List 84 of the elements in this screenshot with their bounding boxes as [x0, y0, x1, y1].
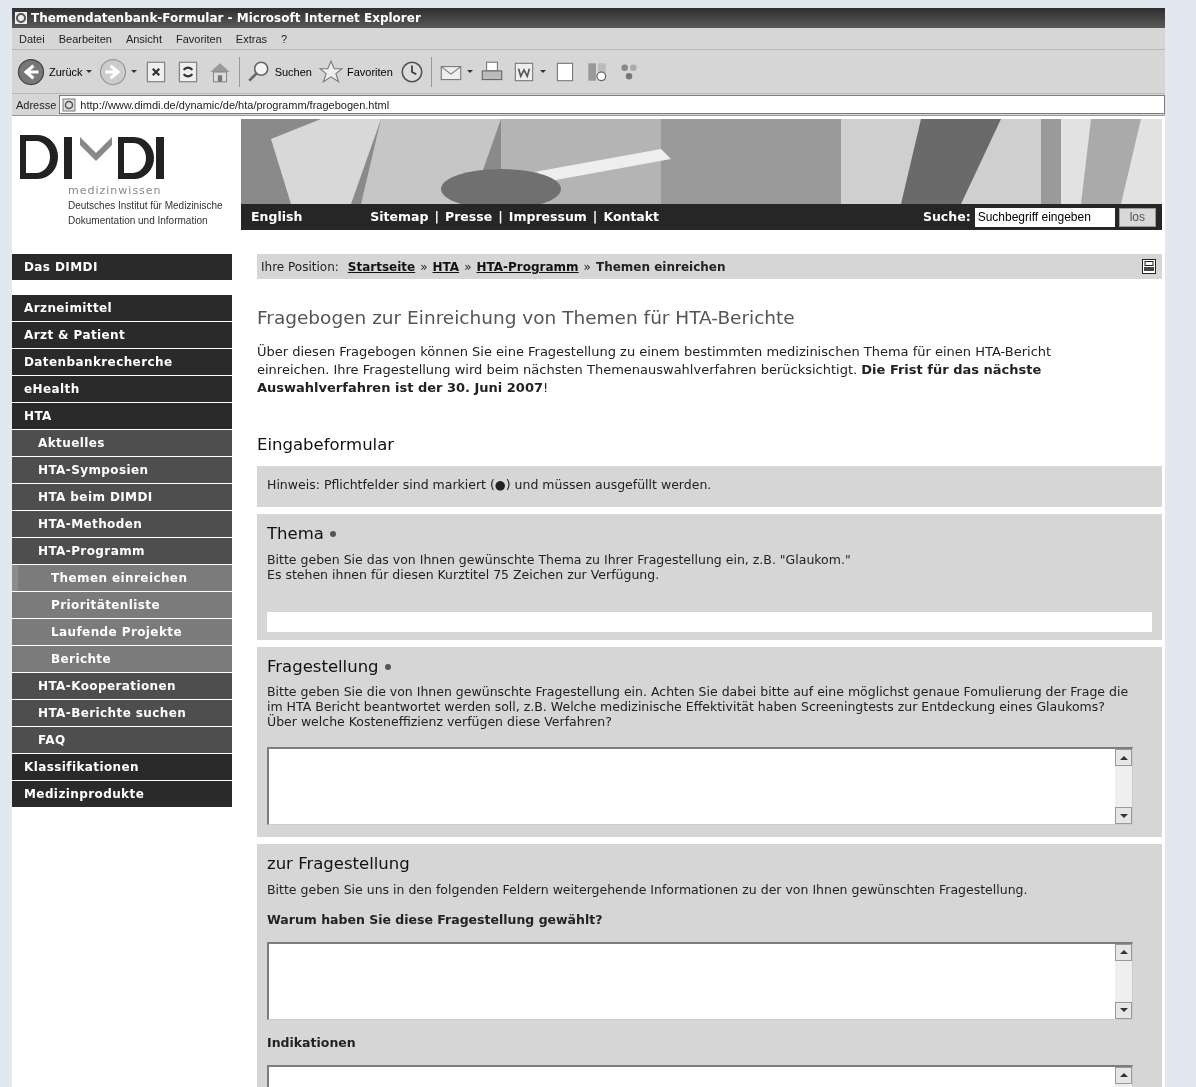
scroll-down-button[interactable] — [1115, 1001, 1132, 1019]
scrollbar[interactable] — [1115, 749, 1132, 825]
breadcrumb-separator: » — [420, 258, 428, 276]
sidebar-item[interactable]: Arzneimittel — [12, 295, 232, 321]
menu-item[interactable]: Favoriten — [169, 32, 229, 45]
menu-item[interactable]: Extras — [228, 32, 275, 45]
nav-link[interactable]: Kontakt — [603, 207, 660, 227]
menu-item[interactable]: Ansicht — [118, 32, 169, 45]
window-title: Themendatenbank-Formular - Microsoft Internet Explorer — [31, 11, 421, 25]
text-field[interactable] — [267, 611, 1152, 632]
toolbar-button[interactable]: Favoriten — [317, 58, 393, 85]
section-description: Bitte geben Sie die von Ihnen gewünschte Fragestellung ein. Achten Sie dabei bitte auf eine möglichst genaue Fomulierung der Frage die im HTA Bericht beantwortet werden soll, z.B. Welche medizinische Effektivität haben Screeningtests zur Entdeckung eines Glaukoms? Über welche Kosteneffizienz verfügen diese Verfahren? — [267, 684, 1130, 730]
sidebar-item[interactable]: Arzt & Patient — [12, 322, 232, 348]
printer-icon[interactable] — [1142, 259, 1156, 274]
sidebar-item[interactable]: Themen einreichen — [12, 565, 232, 591]
menu-item[interactable]: Datei — [12, 32, 52, 45]
breadcrumb-link[interactable]: HTA — [432, 257, 460, 276]
address-label: Adresse — [15, 98, 57, 111]
section-title: zur Fragestellung — [267, 854, 410, 874]
form-heading: Eingabeformular — [257, 435, 396, 455]
search-field[interactable]: Suchbegriff eingeben — [974, 207, 1115, 227]
section-title: Thema — [267, 523, 324, 543]
sidebar-item[interactable]: HTA-Berichte suchen — [12, 700, 232, 726]
nav-separator: | — [498, 207, 503, 226]
clock-icon — [398, 58, 425, 85]
sidebar-item[interactable]: HTA-Methoden — [12, 511, 232, 537]
sidebar-item[interactable]: HTA-Kooperationen — [12, 673, 232, 699]
back-icon — [16, 56, 46, 87]
section-description: Bitte geben Sie das von Ihnen gewünschte Thema zu Ihrer Fragestellung ein, z.B. "Glaukom." Es stehen ihnen für diesen Kurztitel 75 Zeichen zur Verfügung. — [267, 551, 852, 582]
sidebar-header: Das DIMDI — [12, 254, 232, 280]
breadcrumb-separator: » — [464, 258, 472, 276]
scroll-up-button[interactable] — [1115, 943, 1132, 961]
nav-separator: | — [592, 207, 598, 226]
sidebar-item[interactable]: HTA beim DIMDI — [12, 484, 232, 510]
toolbar-button[interactable]: Zurück — [16, 56, 92, 87]
browser-icon — [14, 11, 28, 25]
hint-text: Hinweis: Pflichtfelder sind markiert (●) und müssen ausgefüllt werden. — [257, 466, 1162, 507]
breadcrumb-separator: » — [583, 258, 591, 276]
sidebar-item[interactable]: HTA-Symposien — [12, 457, 232, 483]
sidebar-item[interactable]: Datenbankrecherche — [12, 349, 232, 375]
breadcrumb-current: Themen einreichen — [595, 258, 726, 276]
breadcrumb-label: Ihre Position: — [261, 258, 339, 276]
breadcrumb-link[interactable]: Startseite — [347, 257, 416, 276]
address-field[interactable]: http://www.dimdi.de/dynamic/de/hta/programm/fragebogen.html — [59, 95, 1165, 114]
menu-item[interactable]: ? — [274, 32, 295, 45]
sidebar-item[interactable]: Aktuelles — [12, 430, 232, 456]
textarea-field[interactable] — [267, 941, 1133, 1020]
sidebar-item[interactable]: HTA — [12, 403, 232, 429]
sidebar-item[interactable]: HTA-Programm — [12, 538, 232, 564]
textarea-field[interactable] — [267, 747, 1133, 826]
sidebar-item[interactable]: Medizinprodukte — [12, 781, 232, 807]
forward-icon — [97, 56, 128, 87]
logo-text: Deutsches Institut für Medizinische — [68, 199, 223, 212]
intro-text: Über diesen Fragebogen können Sie eine Fragestellung zu einem bestimmten medizinischen Thema für einen HTA-Bericht einreichen. Ihre Fragestellung wird beim nächsten Themenauswahlverfahren berücksichtigt. Die Frist für das nächste Auswahlverfahren ist der 30. Juni 2007! — [257, 343, 1053, 398]
search-button[interactable]: los — [1118, 207, 1156, 227]
field-label: Warum haben Sie diese Fragestellung gewählt? — [267, 911, 604, 930]
sidebar-item[interactable]: eHealth — [12, 376, 232, 402]
toolbar-button[interactable]: Suchen — [245, 58, 312, 85]
nav-link[interactable]: Impressum — [508, 207, 587, 227]
sidebar-item[interactable]: Klassifikationen — [12, 754, 232, 780]
nav-link[interactable]: Sitemap — [370, 207, 429, 227]
section-description: Bitte geben Sie uns in den folgenden Feldern weitergehende Informationen zu der von Ihnen gewünschten Fragestellung. — [267, 882, 1029, 898]
scrollbar[interactable] — [1115, 943, 1132, 1019]
field-label: Indikationen — [267, 1033, 357, 1052]
language-link[interactable]: English — [251, 207, 303, 227]
textarea-field[interactable] — [267, 1064, 1133, 1087]
sidebar-item[interactable]: Laufende Projekte — [12, 619, 232, 645]
scroll-up-button[interactable] — [1115, 749, 1132, 767]
sidebar-item[interactable]: Prioritätenliste — [12, 592, 232, 618]
breadcrumb-link[interactable]: HTA-Programm — [476, 257, 579, 276]
page-heading: Fragebogen zur Einreichung von Themen für HTA-Berichte — [257, 307, 796, 330]
nav-link[interactable]: Presse — [445, 207, 493, 227]
toolbar-button[interactable] — [398, 58, 425, 85]
page-icon — [62, 97, 77, 112]
scroll-down-button[interactable] — [1115, 807, 1132, 825]
section-title: Fragestellung — [267, 656, 379, 676]
search-label: Suche: — [922, 207, 971, 226]
nav-separator: | — [434, 207, 440, 226]
menu-item[interactable]: Bearbeiten — [51, 32, 119, 45]
logo-text: Dokumentation und Information — [68, 214, 208, 227]
sidebar-item[interactable]: FAQ — [12, 727, 232, 753]
star-icon — [317, 58, 344, 85]
sidebar-item[interactable]: Berichte — [12, 646, 232, 672]
logo-tagline: medizinwissen — [68, 185, 163, 197]
